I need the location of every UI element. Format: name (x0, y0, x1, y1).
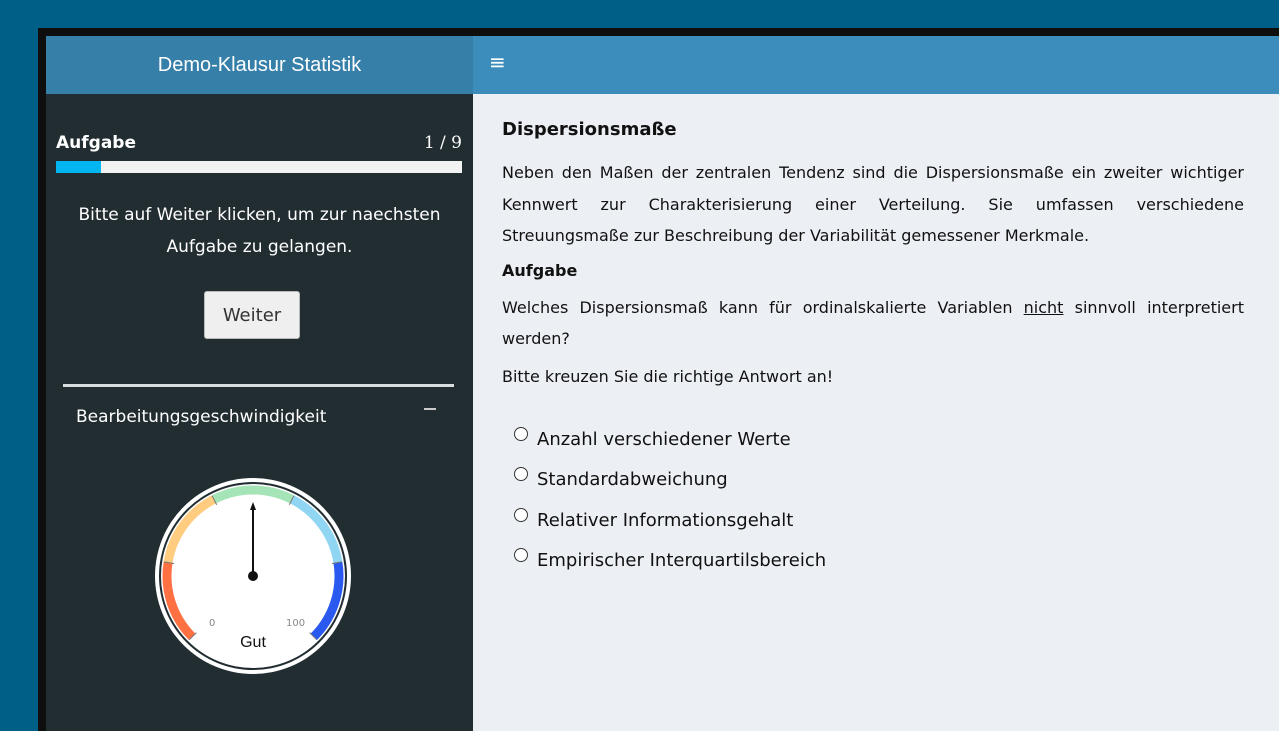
intro-text: Neben den Maßen der zentralen Tendenz si… (502, 163, 1244, 245)
app-title: Demo-Klausur Statistik (46, 36, 473, 94)
sidebar-divider (63, 384, 454, 387)
question-text: Welches Dispersionsmaß kann für ordinals… (502, 292, 1244, 355)
radio-button[interactable] (514, 548, 528, 563)
answer-option-label: Anzahl verschiedener Werte (537, 428, 791, 450)
hamburger-menu-icon[interactable]: ≡ (489, 52, 506, 72)
answer-option-label: Standardabweichung (537, 469, 728, 490)
section-title: Dispersionsmaße (502, 119, 677, 140)
radio-button[interactable] (514, 467, 528, 482)
gauge-min-label: 0 (209, 618, 215, 629)
answer-option-label: Relativer Informationsgehalt (537, 509, 794, 531)
answer-option-label: Empirischer Interquartilsbereich (537, 550, 827, 571)
answer-options: Anzahl verschiedener Werte Standardabwei… (502, 420, 1244, 582)
gauge-max-label: 100 (286, 618, 305, 629)
top-navbar: ≡ (473, 36, 1279, 94)
collapse-icon[interactable] (422, 398, 440, 418)
task-label: Aufgabe (56, 133, 136, 153)
question-text-start: Welches Dispersionsmaß kann für ordinals… (502, 297, 1024, 317)
speed-gauge: 0 100 Gut (155, 478, 351, 674)
main-content: Dispersionsmaße Neben den Maßen der zent… (473, 94, 1279, 731)
speed-panel-title: Bearbeitungsgeschwindigkeit (76, 407, 327, 427)
answer-option[interactable]: Standardabweichung (514, 460, 1244, 501)
gauge-value-label: Gut (240, 634, 266, 651)
answer-option[interactable]: Empirischer Interquartilsbereich (514, 541, 1244, 582)
task-heading: Aufgabe (502, 260, 578, 280)
next-hint-text: Bitte auf Weiter klicken, um zur naechst… (78, 205, 441, 257)
app-window: Demo-Klausur Statistik Aufgabe 1 / 9 Bit… (38, 28, 1279, 731)
next-button[interactable]: Weiter (204, 291, 300, 339)
task-progress-fill (56, 161, 101, 173)
radio-button[interactable] (514, 426, 528, 441)
task-counter: 1 / 9 (423, 133, 462, 153)
sidebar: Demo-Klausur Statistik Aufgabe 1 / 9 Bit… (46, 36, 473, 731)
radio-button[interactable] (514, 507, 528, 522)
task-progress-bar (56, 161, 462, 173)
answer-instruction: Bitte kreuzen Sie die richtige Antwort a… (502, 366, 834, 386)
answer-option[interactable]: Anzahl verschiedener Werte (514, 420, 1244, 461)
question-emphasis: nicht (1023, 297, 1064, 317)
gauge-pivot (248, 571, 258, 581)
answer-option[interactable]: Relativer Informationsgehalt (514, 501, 1244, 542)
